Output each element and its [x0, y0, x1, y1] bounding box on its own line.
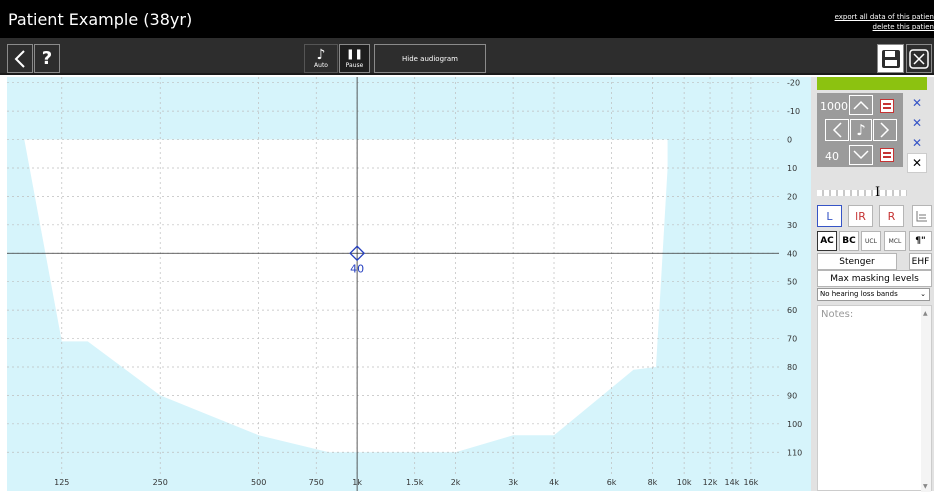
- level-value: 40: [825, 150, 839, 163]
- chevron-down-icon: [853, 150, 869, 160]
- music-note-icon: ♪: [856, 121, 866, 139]
- y-tick-label: 80: [787, 363, 797, 372]
- chart-icon: [916, 211, 927, 222]
- mcl-button[interactable]: MCL: [884, 231, 906, 251]
- close-button[interactable]: [906, 44, 932, 73]
- scroll-up-icon[interactable]: ▲: [923, 310, 928, 317]
- auto-button[interactable]: ♪ Auto: [304, 44, 338, 73]
- back-button[interactable]: [7, 44, 33, 73]
- speech-button[interactable]: ¶": [909, 231, 932, 251]
- y-tick-label: 90: [787, 391, 797, 400]
- threshold-label: 40: [350, 262, 364, 275]
- scroll-down-icon[interactable]: ▼: [923, 483, 928, 490]
- delete-mark-button[interactable]: ✕: [907, 153, 927, 173]
- auto-label: Auto: [314, 62, 328, 69]
- speech-icon: ¶": [915, 236, 926, 246]
- freq-up-button[interactable]: [873, 119, 897, 141]
- save-button[interactable]: [877, 44, 904, 73]
- y-tick-label: -20: [787, 79, 800, 88]
- hearing-loss-band-select[interactable]: No hearing loss bands ⌄: [817, 288, 930, 301]
- window-title: Patient Example (38yr): [8, 10, 193, 29]
- y-tick-label: 10: [787, 164, 797, 173]
- freq-down-button[interactable]: [825, 119, 849, 141]
- ucl-button[interactable]: UCL: [861, 231, 881, 251]
- x-tick-label: 250: [153, 478, 168, 487]
- level-up-button[interactable]: [849, 95, 873, 115]
- x-tick-label: 500: [251, 478, 266, 487]
- y-tick-label: -10: [787, 107, 800, 116]
- bc-button[interactable]: BC: [839, 231, 859, 251]
- control-panel: 1000 ♪ 40 ✕ ✕ ✕ ✕ I L lR R AC BC UCL MCL…: [811, 77, 934, 492]
- audiogram-chart[interactable]: -20 -10 0 10 20 30 40 50 60 70 80 90 100 110 125 250 500…: [7, 77, 811, 491]
- notes-placeholder: Notes:: [821, 309, 854, 320]
- chart-view-button[interactable]: [912, 205, 932, 227]
- pause-icon: ❚❚: [346, 49, 363, 60]
- band-select-value: No hearing loss bands: [820, 290, 898, 298]
- play-tone-button[interactable]: ♪: [850, 119, 872, 141]
- y-tick-label: 20: [787, 192, 797, 201]
- mark-response-down-button[interactable]: ✕: [907, 133, 927, 153]
- ac-button[interactable]: AC: [817, 231, 837, 251]
- ehf-button[interactable]: EHF: [909, 253, 932, 270]
- chevron-down-icon: ⌄: [920, 290, 926, 298]
- level-down-button[interactable]: [849, 145, 873, 165]
- y-tick-label: 30: [787, 221, 797, 230]
- tone-navigator: 1000 ♪ 40: [817, 93, 903, 167]
- x-tick-label: 12k: [703, 478, 718, 487]
- mark-response-up-button[interactable]: ✕: [907, 93, 927, 113]
- chevron-left-icon: [832, 122, 842, 138]
- toolbar: ? ♪ Auto ❚❚ Pause Hide audiogram: [0, 38, 934, 75]
- x-tick-label: 750: [309, 478, 324, 487]
- close-icon: [909, 48, 929, 69]
- floppy-disk-icon: [881, 49, 900, 68]
- hide-audiogram-button[interactable]: Hide audiogram: [374, 44, 486, 73]
- x-tick-label: 1.5k: [406, 478, 424, 487]
- pause-button[interactable]: ❚❚ Pause: [339, 44, 370, 73]
- x-tick-label: 2k: [451, 478, 461, 487]
- x-tick-label: 10k: [677, 478, 692, 487]
- y-tick-label: 60: [787, 306, 797, 315]
- audiogram-area[interactable]: -20 -10 0 10 20 30 40 50 60 70 80 90 100 110 125 250 500…: [7, 77, 811, 491]
- music-note-icon: ♪: [316, 47, 326, 63]
- x-tick-label: 14k: [725, 478, 740, 487]
- ear-right-button[interactable]: R: [879, 205, 904, 227]
- y-tick-label: 100: [787, 420, 802, 429]
- frequency-value: 1000: [820, 100, 848, 113]
- mask-down-icon[interactable]: [880, 148, 894, 162]
- y-tick-label: 110: [787, 448, 802, 457]
- stenger-button[interactable]: Stenger: [817, 253, 897, 270]
- chevron-up-icon: [853, 100, 869, 110]
- y-tick-label: 50: [787, 278, 797, 287]
- y-tick-label: 70: [787, 335, 797, 344]
- level-meter: [817, 190, 907, 196]
- title-bar: Patient Example (38yr) export all data o…: [0, 0, 934, 38]
- x-tick-label: 6k: [607, 478, 617, 487]
- chevron-right-icon: [880, 122, 890, 138]
- y-tick-label: 0: [787, 136, 792, 145]
- mark-response-button[interactable]: ✕: [907, 113, 927, 133]
- status-bar: [817, 77, 927, 90]
- export-data-link[interactable]: export all data of this patien: [835, 13, 934, 21]
- x-tick-label: 125: [54, 478, 69, 487]
- notes-field[interactable]: Notes: ▲ ▼: [817, 305, 932, 492]
- delete-patient-link[interactable]: delete this patien: [873, 23, 934, 31]
- help-button[interactable]: ?: [34, 44, 60, 73]
- text-cursor-icon: I: [875, 185, 881, 200]
- ear-left-button[interactable]: L: [817, 205, 842, 227]
- x-tick-label: 16k: [743, 478, 758, 487]
- pause-label: Pause: [345, 62, 364, 69]
- max-masking-button[interactable]: Max masking levels: [817, 270, 932, 287]
- chevron-left-icon: [14, 49, 25, 68]
- ear-both-button[interactable]: lR: [848, 205, 873, 227]
- x-tick-label: 3k: [508, 478, 518, 487]
- mask-up-icon[interactable]: [880, 99, 894, 113]
- notes-scrollbar[interactable]: ▲ ▼: [921, 306, 931, 492]
- x-tick-label: 8k: [648, 478, 658, 487]
- y-tick-label: 40: [787, 249, 797, 258]
- x-tick-label: 4k: [549, 478, 559, 487]
